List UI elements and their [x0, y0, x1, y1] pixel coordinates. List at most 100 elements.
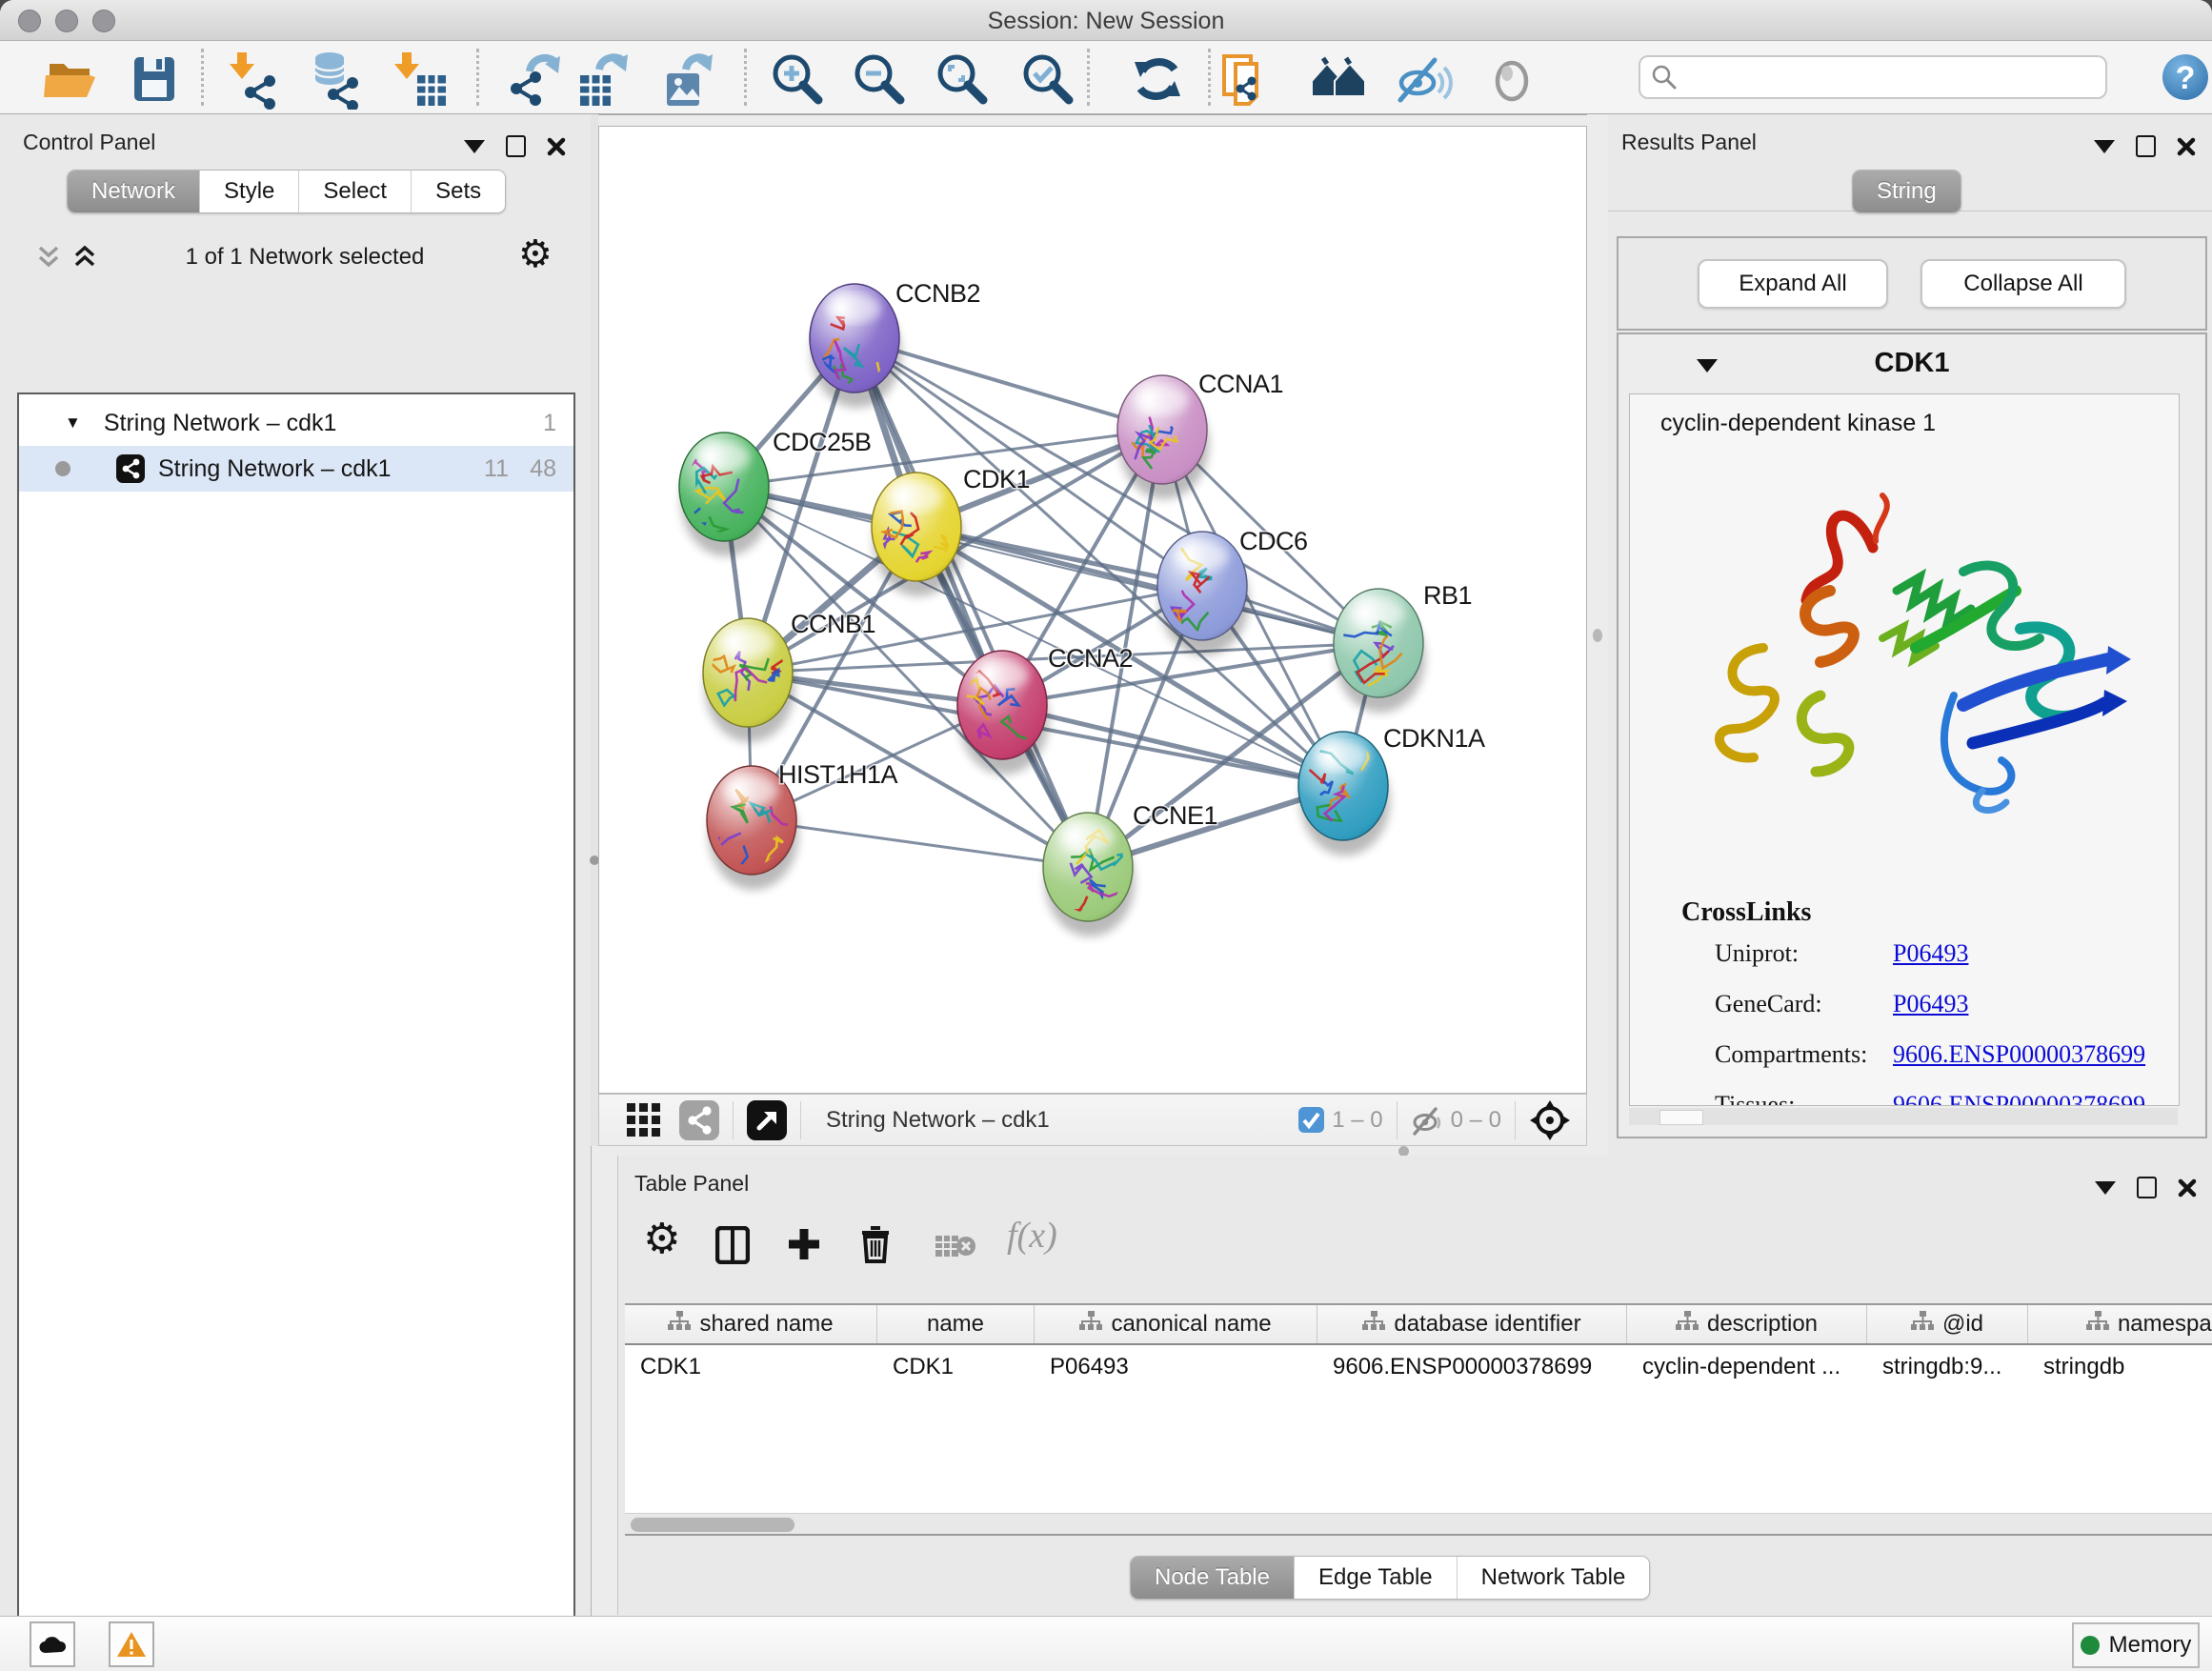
import-table-from-file-icon[interactable] [391, 49, 452, 110]
float-panel-icon[interactable] [2136, 135, 2156, 157]
table-cell[interactable]: stringdb:9... [1867, 1345, 2028, 1389]
collapse-panel-icon[interactable] [464, 140, 485, 153]
crosslink-link[interactable]: P06493 [1893, 939, 1968, 968]
network-edge[interactable] [916, 527, 1378, 643]
close-panel-icon[interactable] [2178, 1178, 2197, 1198]
column-header-name[interactable]: name [877, 1305, 1035, 1343]
tab-network[interactable]: Network [68, 171, 199, 212]
refresh-view-icon[interactable] [1127, 49, 1188, 110]
network-share-icon [116, 454, 145, 483]
open-session-icon[interactable] [40, 49, 101, 110]
close-panel-icon[interactable] [547, 137, 566, 156]
toolbar-separator [476, 49, 479, 106]
column-header-database-identifier[interactable]: database identifier [1317, 1305, 1627, 1343]
collapse-panel-icon[interactable] [2095, 1181, 2116, 1195]
collection-label: String Network – cdk1 [104, 410, 337, 437]
collapse-all-icon[interactable] [34, 244, 63, 272]
protein-name: CDK1 [1619, 348, 2205, 379]
tab-edge-table[interactable]: Edge Table [1294, 1557, 1457, 1599]
home-icon[interactable] [1308, 49, 1369, 110]
table-cell[interactable]: CDK1 [877, 1345, 1035, 1389]
network-collection-row[interactable]: ▼ String Network – cdk1 1 [19, 400, 573, 446]
selected-checkbox-icon[interactable] [1298, 1107, 1324, 1133]
status-bar: Memory [0, 1616, 2212, 1671]
tab-sets[interactable]: Sets [411, 171, 505, 212]
table-options-gear-icon[interactable]: ⚙ [643, 1215, 680, 1263]
network-row[interactable]: String Network – cdk1 11 48 [19, 446, 573, 492]
warning-status-button[interactable] [109, 1621, 154, 1667]
table-cell[interactable]: stringdb [2028, 1345, 2212, 1389]
results-hscrollbar[interactable] [1629, 1108, 2178, 1125]
detach-view-icon[interactable] [747, 1100, 787, 1140]
column-header-namespace[interactable]: namespace [2028, 1305, 2212, 1343]
zoom-selected-icon[interactable] [1017, 49, 1078, 110]
grid-view-icon[interactable] [626, 1102, 662, 1138]
control-panel-tabs: NetworkStyleSelectSets [67, 170, 506, 213]
column-header-shared-name[interactable]: shared name [625, 1305, 877, 1343]
memory-button[interactable]: Memory [2072, 1622, 2200, 1668]
table-cell[interactable]: CDK1 [625, 1345, 877, 1389]
cloud-status-button[interactable] [30, 1621, 75, 1667]
collapse-panel-icon[interactable] [2094, 140, 2115, 153]
column-header-label: canonical name [1111, 1311, 1271, 1338]
column-header-canonical-name[interactable]: canonical name [1035, 1305, 1317, 1343]
network-share-view-icon[interactable] [679, 1100, 719, 1140]
add-column-icon[interactable] [786, 1226, 822, 1262]
collection-count: 1 [543, 410, 556, 437]
bird-eye-toggle-icon[interactable] [1529, 1099, 1571, 1141]
table-body-empty [625, 1389, 2212, 1513]
close-panel-icon[interactable] [2177, 137, 2196, 156]
tab-network-table[interactable]: Network Table [1457, 1557, 1650, 1599]
table-cell[interactable]: cyclin-dependent ... [1627, 1345, 1867, 1389]
show-hide-graphics-details-icon[interactable] [1393, 49, 1454, 110]
tab-string[interactable]: String [1853, 171, 1961, 212]
edge-count: 48 [530, 455, 556, 483]
table-cell[interactable]: P06493 [1035, 1345, 1317, 1389]
zoom-in-icon[interactable] [767, 49, 828, 110]
network-edge[interactable] [752, 820, 1088, 867]
search-icon [1650, 63, 1679, 91]
import-network-from-database-icon[interactable] [307, 49, 368, 110]
network-canvas[interactable]: CCNB2CCNA1CDC25BCDK1CDC6RB1CCNB1CCNA2CDK… [598, 126, 1587, 1094]
toolbar-separator [744, 49, 747, 106]
export-image-icon[interactable] [657, 49, 718, 110]
expand-all-icon[interactable] [70, 244, 99, 272]
tab-style[interactable]: Style [199, 171, 298, 212]
string-network-graph[interactable]: CCNB2CCNA1CDC25BCDK1CDC6RB1CCNB1CCNA2CDK… [599, 127, 1586, 1093]
collapse-all-button[interactable]: Collapse All [1920, 259, 2126, 309]
tab-node-table[interactable]: Node Table [1131, 1557, 1294, 1599]
column-header-description[interactable]: description [1627, 1305, 1867, 1343]
expand-collapse-box: Expand All Collapse All [1617, 236, 2207, 331]
crosslink-link[interactable]: P06493 [1893, 990, 1968, 1018]
delete-column-icon[interactable] [858, 1224, 893, 1264]
export-table-icon[interactable] [573, 49, 633, 110]
crosslink-link[interactable]: 9606.ENSP00000378699 [1893, 1040, 2145, 1069]
left-splitter[interactable] [591, 114, 598, 1146]
help-icon[interactable]: ? [2159, 50, 2212, 104]
export-network-icon[interactable] [503, 49, 564, 110]
import-network-from-file-icon[interactable] [226, 49, 287, 110]
tree-expander-icon[interactable]: ▼ [65, 413, 81, 433]
expand-all-button[interactable]: Expand All [1698, 259, 1888, 309]
share-document-icon[interactable] [1217, 49, 1277, 110]
float-panel-icon[interactable] [2137, 1177, 2157, 1198]
save-session-icon[interactable] [124, 49, 185, 110]
network-edge[interactable] [1002, 705, 1343, 786]
show-columns-icon[interactable] [715, 1226, 750, 1264]
float-panel-icon[interactable] [506, 135, 526, 157]
table-hscrollbar-thumb[interactable] [631, 1518, 794, 1532]
zoom-fit-content-icon[interactable] [932, 49, 993, 110]
tab-select[interactable]: Select [298, 171, 411, 212]
zoom-out-icon[interactable] [849, 49, 910, 110]
table-row[interactable]: CDK1CDK1P064939606.ENSP00000378699cyclin… [625, 1345, 2212, 1389]
table-cell[interactable]: 9606.ENSP00000378699 [1317, 1345, 1627, 1389]
protein-result-card: CDK1 cyclin-dependent kinase 1 [1617, 332, 2207, 1138]
search-input[interactable] [1639, 55, 2107, 99]
node-label-ccnb1: CCNB1 [791, 610, 875, 638]
toggle-bird-eye-icon[interactable] [1481, 49, 1542, 110]
crosslink-link[interactable]: 9606.ENSP00000378699 [1893, 1091, 2145, 1106]
right-splitter[interactable] [1587, 114, 1608, 1146]
node-label-ccne1: CCNE1 [1133, 801, 1217, 830]
network-options-gear-icon[interactable]: ⚙ [518, 232, 553, 276]
column-header--id[interactable]: @id [1867, 1305, 2028, 1343]
